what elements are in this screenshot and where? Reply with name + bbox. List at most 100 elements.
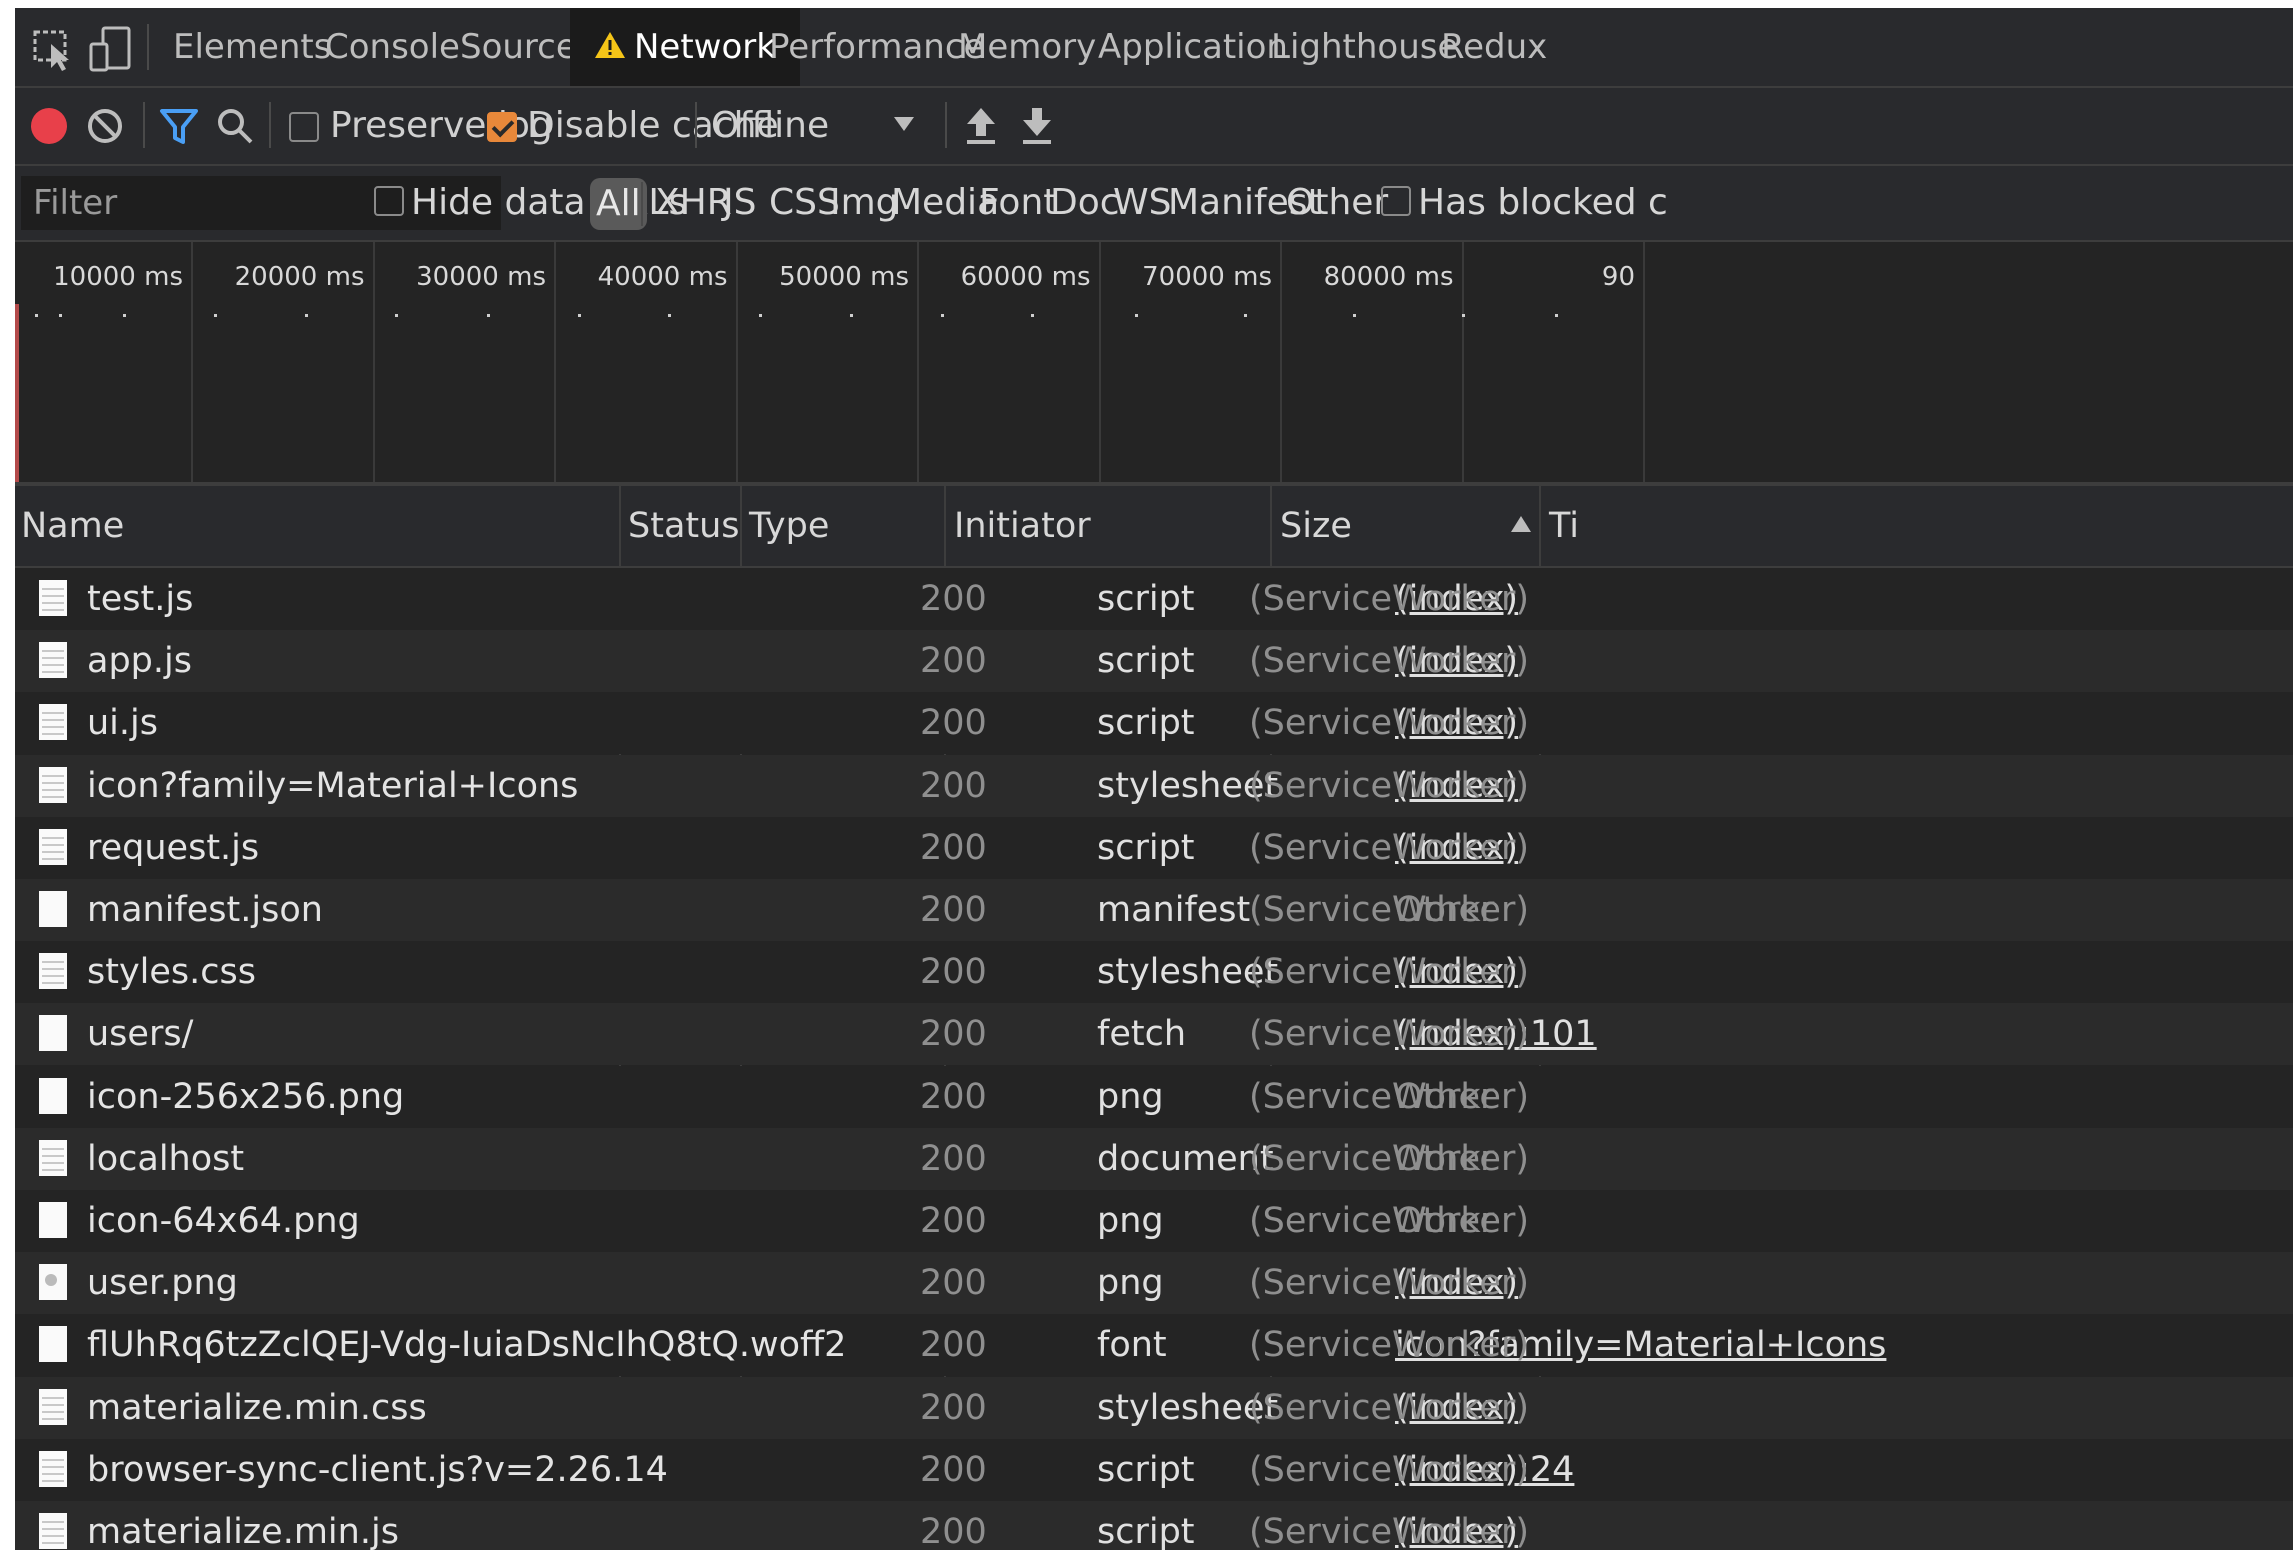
request-name: user.png — [87, 1263, 238, 1303]
inspect-element-icon[interactable] — [29, 24, 79, 74]
timeline-request-marker — [123, 314, 126, 317]
filter-type-js[interactable]: JS — [723, 183, 756, 223]
tab-bar-divider — [147, 24, 149, 70]
filter-type-other[interactable]: Other — [1286, 183, 1388, 223]
request-name: styles.css — [87, 952, 257, 992]
request-size: (ServiceWorker) — [1249, 1263, 1529, 1303]
clear-icon[interactable] — [85, 106, 125, 146]
timeline-request-marker — [941, 314, 944, 317]
timeline-tick-label: 10000 ms — [53, 262, 183, 292]
timeline-request-marker — [759, 314, 762, 317]
device-toolbar-icon[interactable] — [85, 24, 135, 74]
timeline-request-marker — [850, 314, 853, 317]
request-size: (ServiceWorker) — [1249, 1388, 1529, 1428]
file-lines-icon — [39, 580, 67, 616]
tab-redux[interactable]: Redux — [1441, 8, 1547, 86]
table-row[interactable]: styles.css 200 stylesheet (index) (ServiceWo… — [15, 941, 2293, 1003]
table-row[interactable]: user.png 200 png (index) (ServiceWorker) — [15, 1252, 2293, 1314]
table-row[interactable]: materialize.min.js 200 script (index) (Servi… — [15, 1501, 2293, 1550]
request-size: (ServiceWorker) — [1249, 1077, 1529, 1117]
request-name: test.js — [87, 579, 194, 619]
request-name: flUhRq6tzZclQEJ-Vdg-IuiaDsNcIhQ8tQ.woff2 — [87, 1325, 847, 1365]
filter-type-img[interactable]: Img — [830, 183, 899, 223]
table-row[interactable]: request.js 200 script (index) (ServiceWorker… — [15, 817, 2293, 879]
request-name: materialize.min.js — [87, 1512, 399, 1550]
filter-type-doc[interactable]: Doc — [1050, 183, 1120, 223]
column-header-status[interactable]: Status — [628, 504, 740, 548]
table-row[interactable]: manifest.json 200 manifest Other (ServiceWor… — [15, 879, 2293, 941]
table-row[interactable]: test.js 200 script (index) (ServiceWorker) — [15, 568, 2293, 630]
tab-lighthouse[interactable]: Lighthouse — [1271, 8, 1458, 86]
preserve-log-checkbox[interactable] — [289, 112, 319, 142]
timeline-request-marker — [59, 314, 62, 317]
request-status: 200 — [920, 1263, 987, 1303]
filter-type-font[interactable]: Font — [979, 183, 1057, 223]
preserve-log-label: Preserve log — [330, 105, 553, 146]
request-size: (ServiceWorker) — [1249, 641, 1529, 681]
network-toolbar: Preserve log Disable cache Offline — [15, 88, 2293, 166]
filter-type-ws[interactable]: WS — [1113, 183, 1171, 223]
request-size: (ServiceWorker) — [1249, 1201, 1529, 1241]
filter-type-all[interactable]: All — [590, 178, 647, 230]
tab-console[interactable]: Console — [325, 8, 460, 86]
request-status: 200 — [920, 766, 987, 806]
column-header-time[interactable]: Ti — [1549, 504, 1579, 548]
file-lines-icon — [39, 767, 67, 803]
column-header-name[interactable]: Name — [21, 504, 124, 548]
hide-data-urls-checkbox[interactable] — [374, 186, 404, 216]
request-size: (ServiceWorker) — [1249, 1325, 1529, 1365]
filter-icon[interactable] — [159, 106, 199, 146]
table-row[interactable]: ui.js 200 script (index) (ServiceWorker) — [15, 692, 2293, 754]
search-icon[interactable] — [215, 106, 255, 146]
tab-memory[interactable]: Memory — [958, 8, 1096, 86]
tab-performance[interactable]: Performance — [769, 8, 984, 86]
table-row[interactable]: flUhRq6tzZclQEJ-Vdg-IuiaDsNcIhQ8tQ.woff2… — [15, 1314, 2293, 1376]
timeline-request-marker — [1462, 314, 1465, 317]
export-har-icon[interactable] — [1019, 104, 1055, 148]
chevron-down-icon — [893, 116, 915, 136]
tab-elements[interactable]: Elements — [173, 8, 331, 86]
column-header-type[interactable]: Type — [749, 504, 829, 548]
request-name: ui.js — [87, 703, 158, 743]
request-size: (ServiceWorker) — [1249, 1139, 1529, 1179]
disable-cache-checkbox[interactable] — [487, 112, 517, 142]
throttling-select[interactable]: Offline — [711, 98, 937, 154]
has-blocked-cookies-checkbox[interactable] — [1381, 186, 1411, 216]
request-size: (ServiceWorker) — [1249, 579, 1529, 619]
column-header-initiator[interactable]: Initiator — [954, 504, 1091, 548]
file-blank-icon — [39, 1078, 67, 1114]
network-overview-timeline[interactable]: 10000 ms 20000 ms 30000 ms 40000 ms 50000 ms… — [15, 242, 2293, 486]
request-status: 200 — [920, 641, 987, 681]
request-name: icon-64x64.png — [87, 1201, 360, 1241]
file-lines-icon — [39, 829, 67, 865]
request-size: (ServiceWorker) — [1249, 1512, 1529, 1550]
timeline-tick-label: 30000 ms — [416, 262, 546, 292]
devtools-window: Elements Console Sources Network Perform… — [15, 8, 2293, 1550]
request-name: request.js — [87, 828, 260, 868]
table-row[interactable]: localhost 200 document Other (ServiceWorker) — [15, 1128, 2293, 1190]
table-row[interactable]: app.js 200 script (index) (ServiceWorker) — [15, 630, 2293, 692]
column-header-size[interactable]: Size — [1280, 504, 1352, 548]
request-status: 200 — [920, 1512, 987, 1550]
table-row[interactable]: browser-sync-client.js?v=2.26.14 200 scrip… — [15, 1439, 2293, 1501]
table-row[interactable]: materialize.min.css 200 stylesheet (index)(… — [15, 1377, 2293, 1439]
request-status: 200 — [920, 579, 987, 619]
tab-application[interactable]: Application — [1098, 8, 1288, 86]
timeline-tick-label: 60000 ms — [960, 262, 1091, 292]
has-blocked-cookies-label: Has blocked c — [1418, 182, 1668, 223]
table-row[interactable]: icon-256x256.png 200 png Other (ServiceWorke… — [15, 1066, 2293, 1128]
table-row[interactable]: icon-64x64.png 200 png Other (ServiceWorker) — [15, 1190, 2293, 1252]
record-button[interactable] — [29, 106, 69, 146]
tab-network[interactable]: Network — [570, 8, 800, 86]
table-row[interactable]: users/200 fetch (index):101 (ServiceWorker) — [15, 1003, 2293, 1065]
request-size: (ServiceWorker) — [1249, 703, 1529, 743]
request-status: 200 — [920, 952, 987, 992]
table-row[interactable]: icon?family=Material+Icons 200 stylesheet(… — [15, 755, 2293, 817]
import-har-icon[interactable] — [963, 104, 999, 148]
timeline-request-marker — [1353, 314, 1356, 317]
request-status: 200 — [920, 1139, 987, 1179]
request-name: app.js — [87, 641, 192, 681]
request-name: manifest.json — [87, 890, 323, 930]
filter-type-xhr[interactable]: XHR — [655, 183, 732, 223]
file-image-icon — [39, 1264, 67, 1300]
